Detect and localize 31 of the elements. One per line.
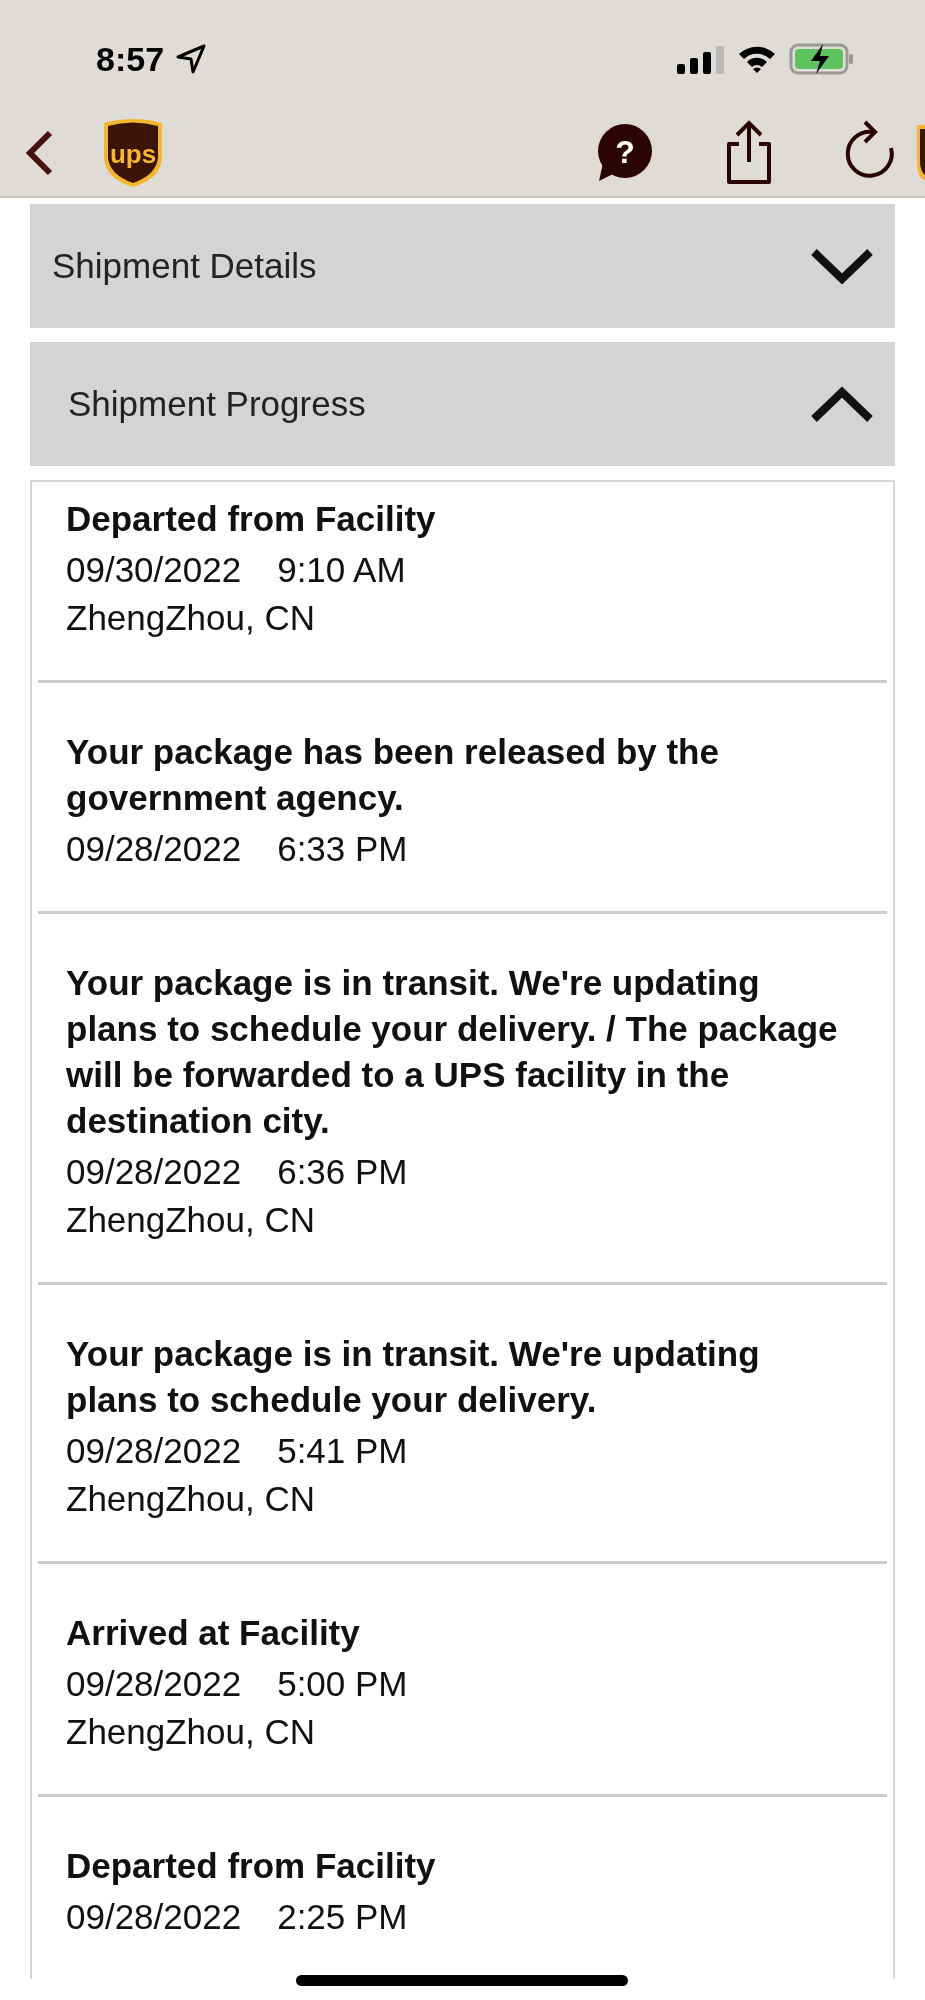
event-location: ZhengZhou, CN	[66, 597, 316, 639]
event-time: 2:25 PM	[277, 1896, 408, 1938]
location-arrow-icon	[176, 44, 207, 74]
wifi-icon	[737, 44, 777, 74]
event-date: 09/28/2022	[66, 828, 242, 870]
event-location: ZhengZhou, CN	[66, 1478, 316, 1520]
status-time: 8:57	[96, 39, 165, 79]
event-location: ZhengZhou, CN	[66, 1199, 316, 1241]
event-title: Your package is in transit. We're updating plans to schedule your delivery.	[66, 1333, 761, 1421]
event-title: Arrived at Facility	[66, 1612, 361, 1654]
section-header[interactable]: Shipment Details	[30, 204, 895, 328]
event-time: 6:36 PM	[277, 1151, 408, 1193]
event-title: Departed from Facility	[66, 1845, 437, 1887]
event-location: ZhengZhou, CN	[66, 1711, 316, 1753]
battery-charging-icon	[789, 43, 855, 75]
event-time: 6:33 PM	[277, 828, 408, 870]
section-header[interactable]: Shipment Progress	[30, 342, 895, 466]
event-title: Your package is in transit. We're updating plans to schedule your delivery. / The package will be forwarded to a UPS facility in the destination city.	[66, 962, 839, 1142]
back-button[interactable]	[24, 129, 54, 177]
event-title: Your package has been released by the government agency.	[66, 731, 720, 819]
event-time: 5:41 PM	[277, 1430, 408, 1472]
shield-logo: ups	[102, 117, 164, 189]
signal-icon	[677, 44, 725, 74]
event-date: 09/28/2022	[66, 1151, 242, 1193]
event-date: 09/28/2022	[66, 1663, 242, 1705]
event-title: Departed from Facility	[66, 498, 437, 540]
event-time: 5:00 PM	[277, 1663, 408, 1705]
event-time: 9:10 AM	[277, 549, 406, 591]
event-date: 09/28/2022	[66, 1430, 242, 1472]
event-date: 09/30/2022	[66, 549, 242, 591]
event-date: 09/28/2022	[66, 1896, 242, 1938]
